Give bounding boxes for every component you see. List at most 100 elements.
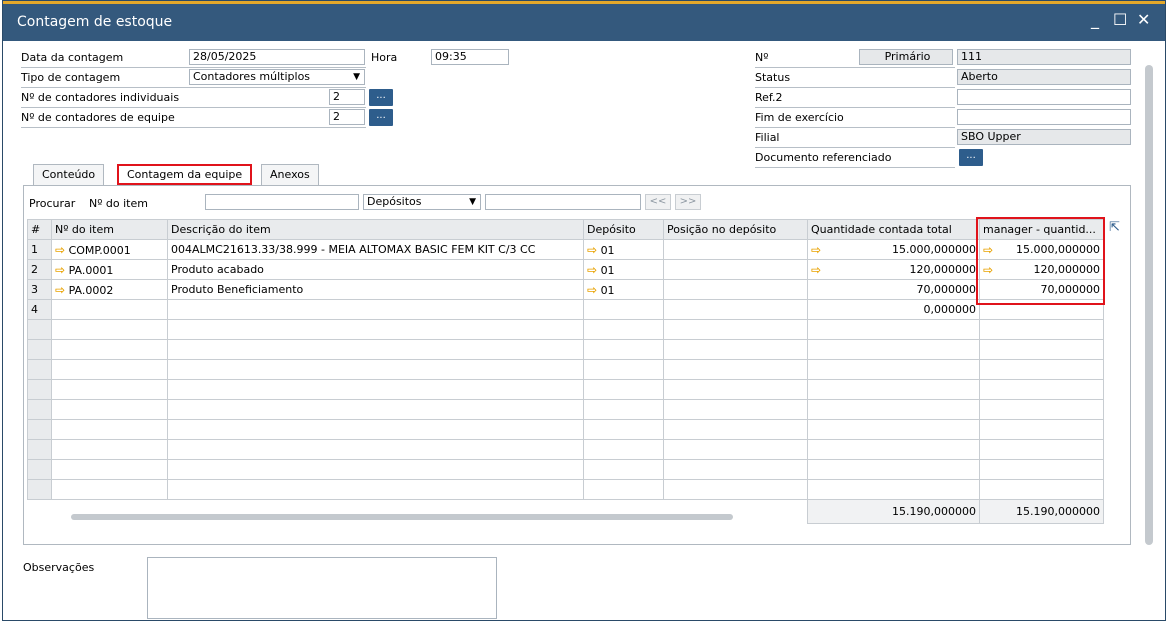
table-row[interactable] bbox=[27, 479, 1104, 500]
table-row[interactable] bbox=[27, 419, 1104, 440]
total-counted-text: 15.000,000000 bbox=[892, 242, 976, 256]
individual-counters-label: Nº de contadores individuais bbox=[21, 91, 180, 104]
total-counted-cell[interactable]: ⇨ 120,000000 bbox=[807, 259, 980, 280]
table-header-row: # Nº do item Descrição do item Depósito … bbox=[27, 219, 1104, 240]
col-header-item-no[interactable]: Nº do item bbox=[51, 219, 168, 240]
branch-field: SBO Upper bbox=[957, 129, 1131, 145]
referenced-doc-label: Documento referenciado bbox=[755, 151, 892, 164]
count-type-select[interactable]: Contadores múltiplos ▼ bbox=[189, 69, 365, 85]
individual-counters-button[interactable]: ... bbox=[369, 89, 393, 106]
item-no-cell[interactable] bbox=[51, 299, 168, 320]
total-counted-cell[interactable]: 0,000000 bbox=[807, 299, 980, 320]
vertical-scrollbar[interactable] bbox=[1145, 65, 1153, 545]
team-counters-field[interactable]: 2 bbox=[329, 109, 365, 125]
item-no-cell[interactable]: ⇨ PA.0001 bbox=[51, 259, 168, 280]
title-bar: Contagem de estoque _ ☐ ✕ bbox=[3, 1, 1165, 41]
tab-content[interactable]: Conteúdo bbox=[33, 164, 105, 185]
arrow-right-icon[interactable]: ⇨ bbox=[55, 263, 65, 277]
total-counted-cell[interactable]: ⇨ 15.000,000000 bbox=[807, 239, 980, 260]
bin-cell[interactable] bbox=[663, 259, 808, 280]
row-number: 3 bbox=[27, 279, 52, 300]
table-row[interactable] bbox=[27, 339, 1104, 360]
description-cell[interactable]: Produto acabado bbox=[167, 259, 584, 280]
bin-cell[interactable] bbox=[663, 299, 808, 320]
arrow-right-icon[interactable]: ⇨ bbox=[811, 243, 821, 257]
count-type-value: Contadores múltiplos bbox=[193, 70, 311, 83]
arrow-right-icon[interactable]: ⇨ bbox=[587, 243, 597, 257]
description-cell[interactable]: 004ALMC21613.33/38.999 - MEIA ALTOMAX BA… bbox=[167, 239, 584, 260]
table-row[interactable] bbox=[27, 319, 1104, 340]
search-input[interactable] bbox=[205, 194, 359, 210]
arrow-right-icon[interactable]: ⇨ bbox=[55, 283, 65, 297]
divider bbox=[755, 67, 955, 68]
prev-button[interactable]: << bbox=[645, 194, 671, 210]
time-field[interactable]: 09:35 bbox=[431, 49, 509, 65]
table-row[interactable] bbox=[27, 459, 1104, 480]
arrow-right-icon[interactable]: ⇨ bbox=[587, 283, 597, 297]
table-row[interactable]: 3 ⇨ PA.0002 Produto Beneficiamento ⇨ 01 … bbox=[27, 279, 1104, 300]
item-no-text: COMP.0001 bbox=[68, 243, 131, 257]
search-text-input[interactable] bbox=[485, 194, 641, 210]
item-no-cell[interactable]: ⇨ COMP.0001 bbox=[51, 239, 168, 260]
bin-cell[interactable] bbox=[663, 239, 808, 260]
col-header-warehouse[interactable]: Depósito bbox=[583, 219, 664, 240]
divider bbox=[755, 167, 955, 168]
warehouse-cell[interactable]: ⇨ 01 bbox=[583, 279, 664, 300]
warehouse-cell[interactable]: ⇨ 01 bbox=[583, 239, 664, 260]
doc-number-label: Nº bbox=[755, 51, 769, 64]
bin-cell[interactable] bbox=[663, 279, 808, 300]
date-field[interactable]: 28/05/2025 bbox=[189, 49, 365, 65]
col-header-bin[interactable]: Posição no depósito bbox=[663, 219, 808, 240]
warehouse-select-value: Depósitos bbox=[367, 195, 422, 208]
tab-team-count[interactable]: Contagem da equipe bbox=[117, 164, 253, 185]
warehouse-text: 01 bbox=[600, 283, 615, 297]
minimize-icon[interactable]: _ bbox=[1091, 10, 1099, 29]
divider bbox=[755, 127, 955, 128]
team-count-table: # Nº do item Descrição do item Depósito … bbox=[27, 219, 1104, 524]
remarks-field[interactable] bbox=[147, 557, 497, 619]
expand-icon[interactable]: ⇱ bbox=[1109, 220, 1120, 235]
team-counters-button[interactable]: ... bbox=[369, 109, 393, 126]
individual-counters-field[interactable]: 2 bbox=[329, 89, 365, 105]
remarks-label: Observações bbox=[23, 561, 95, 574]
tab-attachments[interactable]: Anexos bbox=[261, 164, 319, 185]
ref2-field[interactable] bbox=[957, 89, 1131, 105]
arrow-right-icon[interactable]: ⇨ bbox=[55, 243, 65, 257]
total-counted-cell[interactable]: 70,000000 bbox=[807, 279, 980, 300]
col-header-description[interactable]: Descrição do item bbox=[167, 219, 584, 240]
branch-label: Filial bbox=[755, 131, 780, 144]
warehouse-select[interactable]: Depósitos ▼ bbox=[363, 194, 481, 210]
manager-qty-sum: 15.190,000000 bbox=[979, 499, 1104, 524]
row-number: 4 bbox=[27, 299, 52, 320]
warehouse-cell[interactable] bbox=[583, 299, 664, 320]
chevron-down-icon: ▼ bbox=[353, 72, 360, 82]
table-row[interactable] bbox=[27, 439, 1104, 460]
status-field: Aberto bbox=[957, 69, 1131, 85]
warehouse-cell[interactable]: ⇨ 01 bbox=[583, 259, 664, 280]
series-field[interactable]: Primário bbox=[859, 49, 953, 65]
item-no-cell[interactable]: ⇨ PA.0002 bbox=[51, 279, 168, 300]
total-counted-text: 120,000000 bbox=[909, 262, 976, 276]
horizontal-scrollbar[interactable] bbox=[71, 514, 733, 520]
table-row[interactable]: 2 ⇨ PA.0001 Produto acabado ⇨ 01 ⇨ 120,00… bbox=[27, 259, 1104, 280]
table-row[interactable]: 4 0,000000 bbox=[27, 299, 1104, 320]
next-button[interactable]: >> bbox=[675, 194, 701, 210]
referenced-doc-button[interactable]: ... bbox=[959, 149, 983, 166]
description-cell[interactable] bbox=[167, 299, 584, 320]
table-row[interactable] bbox=[27, 379, 1104, 400]
close-icon[interactable]: ✕ bbox=[1137, 10, 1150, 29]
status-label: Status bbox=[755, 71, 791, 84]
divider bbox=[21, 107, 366, 108]
col-header-total-counted[interactable]: Quantidade contada total bbox=[807, 219, 980, 240]
table-row[interactable] bbox=[27, 359, 1104, 380]
arrow-right-icon[interactable]: ⇨ bbox=[811, 263, 821, 277]
arrow-right-icon[interactable]: ⇨ bbox=[587, 263, 597, 277]
table-row[interactable]: 1 ⇨ COMP.0001 004ALMC21613.33/38.999 - M… bbox=[27, 239, 1104, 260]
total-counted-sum: 15.190,000000 bbox=[807, 499, 980, 524]
description-cell[interactable]: Produto Beneficiamento bbox=[167, 279, 584, 300]
search-label: Procurar bbox=[29, 197, 76, 210]
fiscal-end-field[interactable] bbox=[957, 109, 1131, 125]
maximize-icon[interactable]: ☐ bbox=[1113, 10, 1127, 29]
table-row[interactable] bbox=[27, 399, 1104, 420]
col-header-number[interactable]: # bbox=[27, 219, 52, 240]
